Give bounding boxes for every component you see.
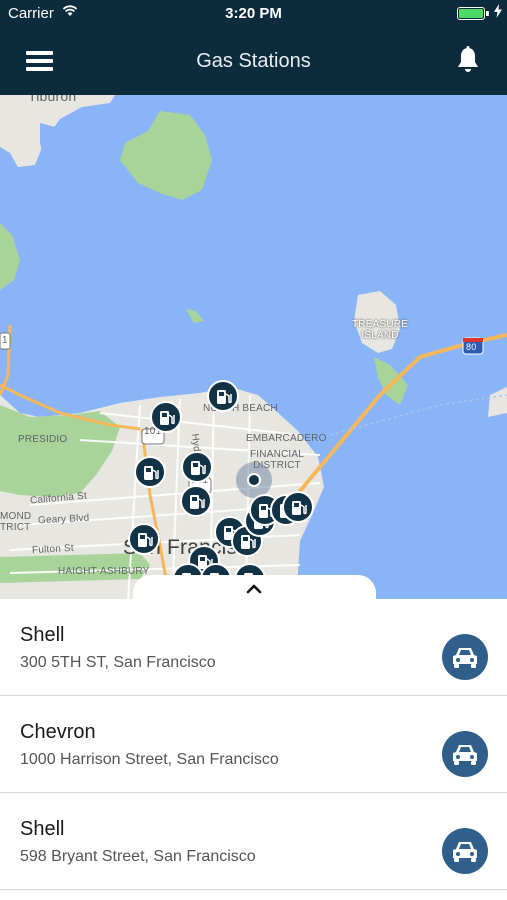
station-name: Chevron [20,721,96,743]
page-title: Gas Stations [196,50,311,72]
gas-pump-icon[interactable] [128,523,160,555]
gas-pump-icon[interactable] [150,401,182,433]
battery-tip [486,11,489,16]
header-bar: Gas Stations [0,28,507,95]
station-name: Shell [20,818,65,840]
shield-1: 1 [2,335,8,346]
map-label-fulton-st: Fulton St [31,542,75,557]
directions-button[interactable] [442,828,488,874]
list-item[interactable]: Shell 598 Bryant Street, San Francisco [0,793,507,890]
map-label-presidio: PRESIDIO [18,434,68,445]
station-list: Shell 300 5TH ST, San Francisco Chevron … [0,599,507,900]
station-name: Shell [20,624,65,646]
gas-pump-icon[interactable] [180,485,212,517]
station-address: 1000 Harrison Street, San Francisco [20,751,279,768]
station-address: 300 5TH ST, San Francisco [20,654,216,671]
gas-pump-icon[interactable] [181,451,213,483]
car-icon [453,745,477,765]
directions-button[interactable] [442,634,488,680]
car-icon [453,842,477,862]
status-time: 3:20 PM [225,5,282,22]
charging-icon [494,4,502,22]
location-dot-icon [247,473,261,487]
map-label-treasure-island: TREASURE ISLAND [352,319,409,341]
list-item[interactable]: Shell 300 5TH ST, San Francisco [0,599,507,696]
map-label-tiburon: Tiburon [28,95,77,104]
map-label-haight-ashbury: HAIGHT-ASHBURY [58,566,150,577]
station-address: 598 Bryant Street, San Francisco [20,848,256,865]
shield-80: 80 [466,342,477,352]
chevron-up-icon [246,584,262,594]
map-view[interactable]: Tiburon 101 101 1 80 TREASURE ISLAND NOR… [0,95,507,602]
map-label-richmond: MOND TRICT [0,511,32,533]
gas-pump-icon[interactable] [282,491,314,523]
directions-button[interactable] [442,731,488,777]
battery-icon [457,7,485,20]
map-label-embarcadero: EMBARCADERO [246,433,327,444]
status-bar: Carrier 3:20 PM [0,0,507,28]
gas-pump-icon[interactable] [207,380,239,412]
car-icon [453,648,477,668]
gas-pump-icon[interactable] [134,456,166,488]
list-item[interactable]: Chevron 1000 Harrison Street, San Franci… [0,696,507,793]
bell-icon[interactable] [455,46,481,74]
